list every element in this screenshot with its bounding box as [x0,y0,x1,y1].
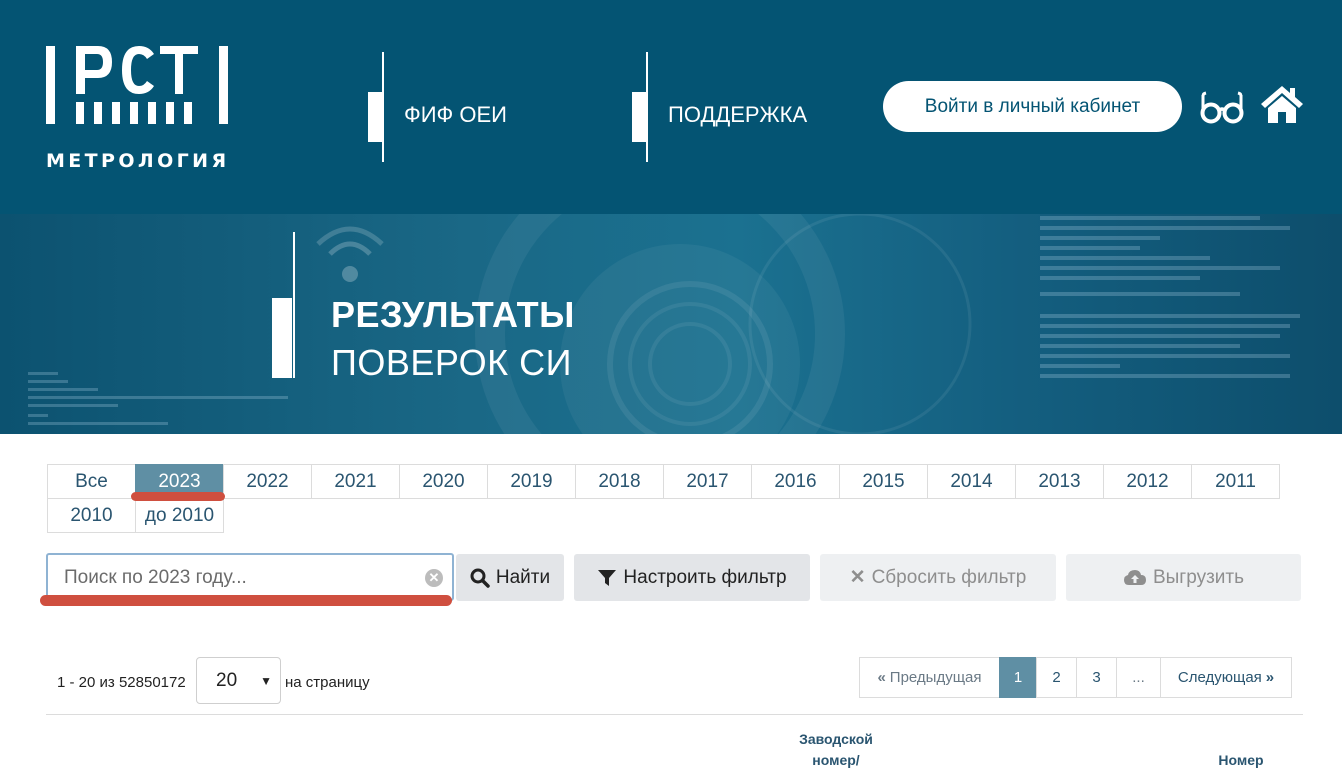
annotation-underline [40,595,452,606]
chevron-down-icon: ▼ [260,674,272,688]
nav-divider [646,52,648,162]
nav-marker [368,92,382,142]
tab-2017[interactable]: 2017 [663,464,752,499]
find-button[interactable]: Найти [456,554,564,601]
banner-divider [293,232,295,378]
nav-support[interactable]: ПОДДЕРЖКА [668,102,807,128]
page-3[interactable]: 3 [1076,657,1117,698]
tab-all[interactable]: Все [47,464,136,499]
banner-background-art [28,214,1300,434]
tab-2010[interactable]: 2010 [47,498,136,533]
page-title-light: ПОВЕРОК СИ [331,342,572,383]
annotation-underline [131,492,225,501]
tab-2020[interactable]: 2020 [399,464,488,499]
banner-marker [272,298,292,378]
prev-page-button[interactable]: « Предыдущая [859,657,1000,698]
nav-marker [632,92,646,142]
nav-fif-oei[interactable]: ФИФ ОЕИ [404,102,507,128]
filter-icon [598,569,617,586]
export-button[interactable]: Выгрузить [1066,554,1301,601]
search-box[interactable]: ✕ [46,553,454,601]
export-label: Выгрузить [1152,566,1245,588]
next-label: Следующая [1177,669,1262,686]
cloud-upload-icon [1123,569,1146,585]
configure-filter-button[interactable]: Настроить фильтр [574,554,810,601]
section-divider [46,714,1303,715]
per-page-label: на страницу [285,674,370,691]
glasses-icon[interactable] [1200,90,1244,124]
page-title-bold: РЕЗУЛЬТАТЫ [331,294,575,335]
results-range: 1 - 20 из 52850172 [57,674,186,691]
double-chevron-left-icon: « [877,669,886,686]
page-banner [0,214,1342,434]
home-icon[interactable] [1259,84,1305,124]
search-icon [470,568,490,588]
page-ellipsis: ... [1116,657,1161,698]
tab-2021[interactable]: 2021 [311,464,400,499]
clear-search-icon[interactable]: ✕ [425,569,443,587]
tab-2013[interactable]: 2013 [1015,464,1104,499]
tab-2022[interactable]: 2022 [223,464,312,499]
tab-2011[interactable]: 2011 [1191,464,1280,499]
tab-2012[interactable]: 2012 [1103,464,1192,499]
next-page-button[interactable]: Следующая » [1160,657,1292,698]
per-page-select[interactable]: 20 ▼ [196,657,281,704]
filter-label: Настроить фильтр [623,566,787,588]
page-2[interactable]: 2 [1036,657,1077,698]
page-1[interactable]: 1 [999,657,1037,698]
nav-divider [382,52,384,162]
tab-before-2010[interactable]: до 2010 [135,498,224,533]
logo-wordmark: МЕТРОЛОГИЯ [46,150,230,172]
column-header-serial-number[interactable]: Заводской номер/ [786,729,886,771]
find-label: Найти [495,566,551,588]
login-button[interactable]: Войти в личный кабинет [883,81,1182,132]
search-input[interactable] [64,565,414,591]
tab-2019[interactable]: 2019 [487,464,576,499]
tab-2014[interactable]: 2014 [927,464,1016,499]
per-page-value: 20 [216,669,238,691]
close-icon: ✕ [849,567,866,588]
tab-2018[interactable]: 2018 [575,464,664,499]
reset-filter-button[interactable]: ✕ Сбросить фильтр [820,554,1056,601]
prev-label: Предыдущая [889,669,982,686]
double-chevron-right-icon: » [1265,669,1275,686]
tab-2015[interactable]: 2015 [839,464,928,499]
site-header: МЕТРОЛОГИЯ ФИФ ОЕИ ПОДДЕРЖКА Войти в лич… [0,0,1342,214]
tab-2016[interactable]: 2016 [751,464,840,499]
reset-label: Сбросить фильтр [871,566,1027,588]
